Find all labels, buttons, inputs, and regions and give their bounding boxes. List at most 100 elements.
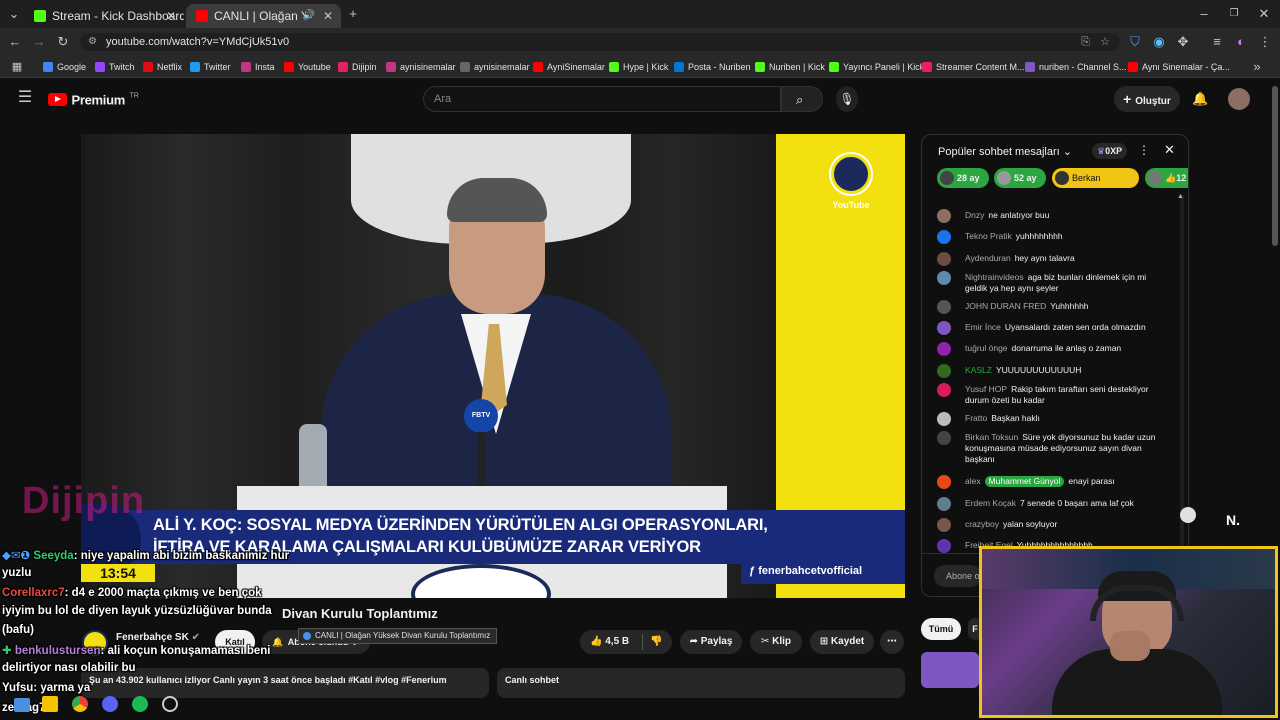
bookmark-yayinci-paneli[interactable]: Yayıncı Paneli | Kick [829,60,924,74]
clip-button[interactable]: ✂ Klip [750,630,802,654]
bookmark-netflix[interactable]: Netflix [143,60,182,74]
chrome-icon[interactable] [72,696,88,712]
tab-youtube-live[interactable]: CANLI | Olağan Yüksek 🔊 ✕ [186,4,341,28]
youtube-play-icon [48,93,67,107]
chat-subscribe-input[interactable]: Abone o [934,565,982,587]
avatar [937,321,951,335]
back-icon[interactable]: ← [8,34,22,50]
chat-close-icon[interactable]: ✕ [1164,142,1175,158]
bookmark-google[interactable]: Google [43,60,86,74]
media-control-icon[interactable]: ≡ [1210,34,1224,50]
restore-icon[interactable]: ❐ [1226,6,1242,22]
channel-name[interactable]: Fenerbahçe SK ✔ [116,632,200,643]
bookmark-nuriben-channel[interactable]: nuriben - Channel S... [1025,60,1127,74]
dijipin-watermark: Dijipin [22,480,146,522]
tab-kick-dashboard[interactable]: Stream - Kick Dashboard ✕ [24,4,184,28]
pinned-chip[interactable]: 28 ay [937,168,989,188]
new-tab-icon[interactable]: + [346,6,360,22]
obs-icon[interactable] [162,696,178,712]
avatar [1148,171,1162,185]
scroll-up-icon[interactable]: ▲ [1177,193,1184,200]
account-avatar[interactable] [1228,88,1250,110]
tab-search-icon[interactable]: ⌄ [6,6,22,22]
more-actions-button[interactable]: ⋯ [880,630,904,654]
hamburger-menu-icon[interactable]: ☰ [16,90,34,106]
reload-icon[interactable]: ↻ [56,34,70,50]
profile-icon[interactable]: ◐ [1234,34,1248,50]
live-chat-replay-box[interactable]: Canlı sohbet [497,668,905,698]
bookmark-star-icon[interactable]: ☆ [1100,33,1110,51]
search-input[interactable]: Ara [423,86,781,112]
speaker-icon[interactable]: 🔊 [303,4,315,28]
bookmark-youtube[interactable]: Youtube [284,60,331,74]
bookmark-twitch[interactable]: Twitch [95,60,135,74]
badge-icon: ◆✉❶ [2,550,34,562]
thumbs-up-icon: 👍 [1165,173,1177,183]
bookmark-aynisinemalar-insta[interactable]: aynisinemalar [386,60,456,74]
bookmark-twitter[interactable]: Twitter [190,60,231,74]
more-horizontal-icon: ⋯ [887,636,897,647]
bookmark-hype-kick[interactable]: Hype | Kick [609,60,668,74]
extension-vpn-icon[interactable]: ◉ [1152,34,1166,50]
pinned-chip[interactable]: 52 ay [994,168,1046,188]
filter-chip-all[interactable]: Tümü [921,618,961,640]
video-title: Divan Kurulu Toplantımız [282,606,438,621]
search-button[interactable]: ⌕ [781,86,823,112]
recommended-thumbnail[interactable] [921,652,979,688]
points-badge[interactable]: ♛0XP [1092,143,1128,159]
window-close-icon[interactable]: ✕ [1256,6,1272,22]
bell-icon: 🔔 [272,637,284,647]
bookmark-dijipin[interactable]: Dijipin [338,60,377,74]
voice-search-icon[interactable]: 🎙 [836,86,858,112]
discord-icon[interactable] [102,696,118,712]
chevron-down-icon: ⌄ [1062,146,1072,158]
bookmark-insta[interactable]: Insta [241,60,275,74]
chat-mode-selector[interactable]: Popüler sohbet mesajları ⌄ [938,145,1072,158]
speaker-hair [447,178,547,222]
video-player[interactable]: YouTube FBTV ALİ Y. KOÇ: SOSYAL MEDYA ÜZ… [81,134,905,598]
notifications-bell-icon[interactable]: 🔔 [1192,91,1208,107]
spotify-icon[interactable] [132,696,148,712]
folder-icon[interactable] [42,696,58,712]
pinned-chip[interactable]: 👍12 [1145,168,1188,188]
microphone-stand [477,432,485,492]
close-icon[interactable]: ✕ [323,4,333,28]
apps-grid-icon[interactable]: ▦ [10,59,24,75]
create-button[interactable]: + Oluştur [1114,86,1180,112]
divider [642,634,643,650]
bookmark-ayni-sinemalar[interactable]: Aynı Sinemalar - Ça... [1128,60,1230,74]
dislike-button[interactable]: 👎 [650,630,662,654]
more-bookmarks-icon[interactable]: » [1250,59,1264,75]
forward-icon[interactable]: → [32,34,46,50]
pinned-chip[interactable]: Berkan [1052,168,1139,188]
chat-more-icon[interactable]: ⋮ [1138,143,1150,157]
bookmark-aynisinemalar-x[interactable]: aynisinemalar [460,60,530,74]
install-icon[interactable]: ⎘ [1081,33,1090,51]
mention-chip[interactable]: Muhammet Günyol [984,476,1065,487]
avatar [937,431,951,445]
address-bar[interactable]: ⚙ youtube.com/watch?v=YMdCjUk51v0 ⎘ ☆ [80,33,1120,51]
overlay-chat-line: yuzlu [2,567,32,579]
video-description[interactable]: Şu an 43.902 kullanıcı izliyor Canlı yay… [81,668,489,698]
bookmark-icon: ⊞ [819,636,831,647]
extension-shield-icon[interactable]: ⛉ [1128,34,1142,50]
fenerbahce-crest-icon [831,154,871,194]
bookmark-posta[interactable]: Posta - Nuriben [674,60,751,74]
youtube-premium-logo[interactable]: Premium TR [48,91,139,109]
save-button[interactable]: ⊞ Kaydet [810,630,874,654]
page-scrollbar[interactable] [1272,86,1278,246]
minimize-icon[interactable]: – [1196,6,1212,22]
explorer-icon[interactable] [14,698,30,712]
site-info-icon[interactable]: ⚙ [88,33,97,51]
bookmark-nuriben-kick[interactable]: Nuriben | Kick [755,60,825,74]
bookmark-streamer-content[interactable]: Streamer Content M... [922,60,1025,74]
overlay-dot [1180,507,1196,523]
close-icon[interactable]: ✕ [166,4,176,28]
browser-menu-icon[interactable]: ⋮ [1258,34,1272,50]
extensions-puzzle-icon[interactable]: ✥ [1176,34,1190,50]
bookmark-aynisinemalar-yt[interactable]: AyniSinemalar [533,60,605,74]
like-button[interactable]: 👍 4,5 B [590,630,629,654]
share-button[interactable]: ➦ Paylaş [680,630,742,654]
chat-scrollbar[interactable] [1180,195,1184,595]
instagram-icon [241,62,251,72]
